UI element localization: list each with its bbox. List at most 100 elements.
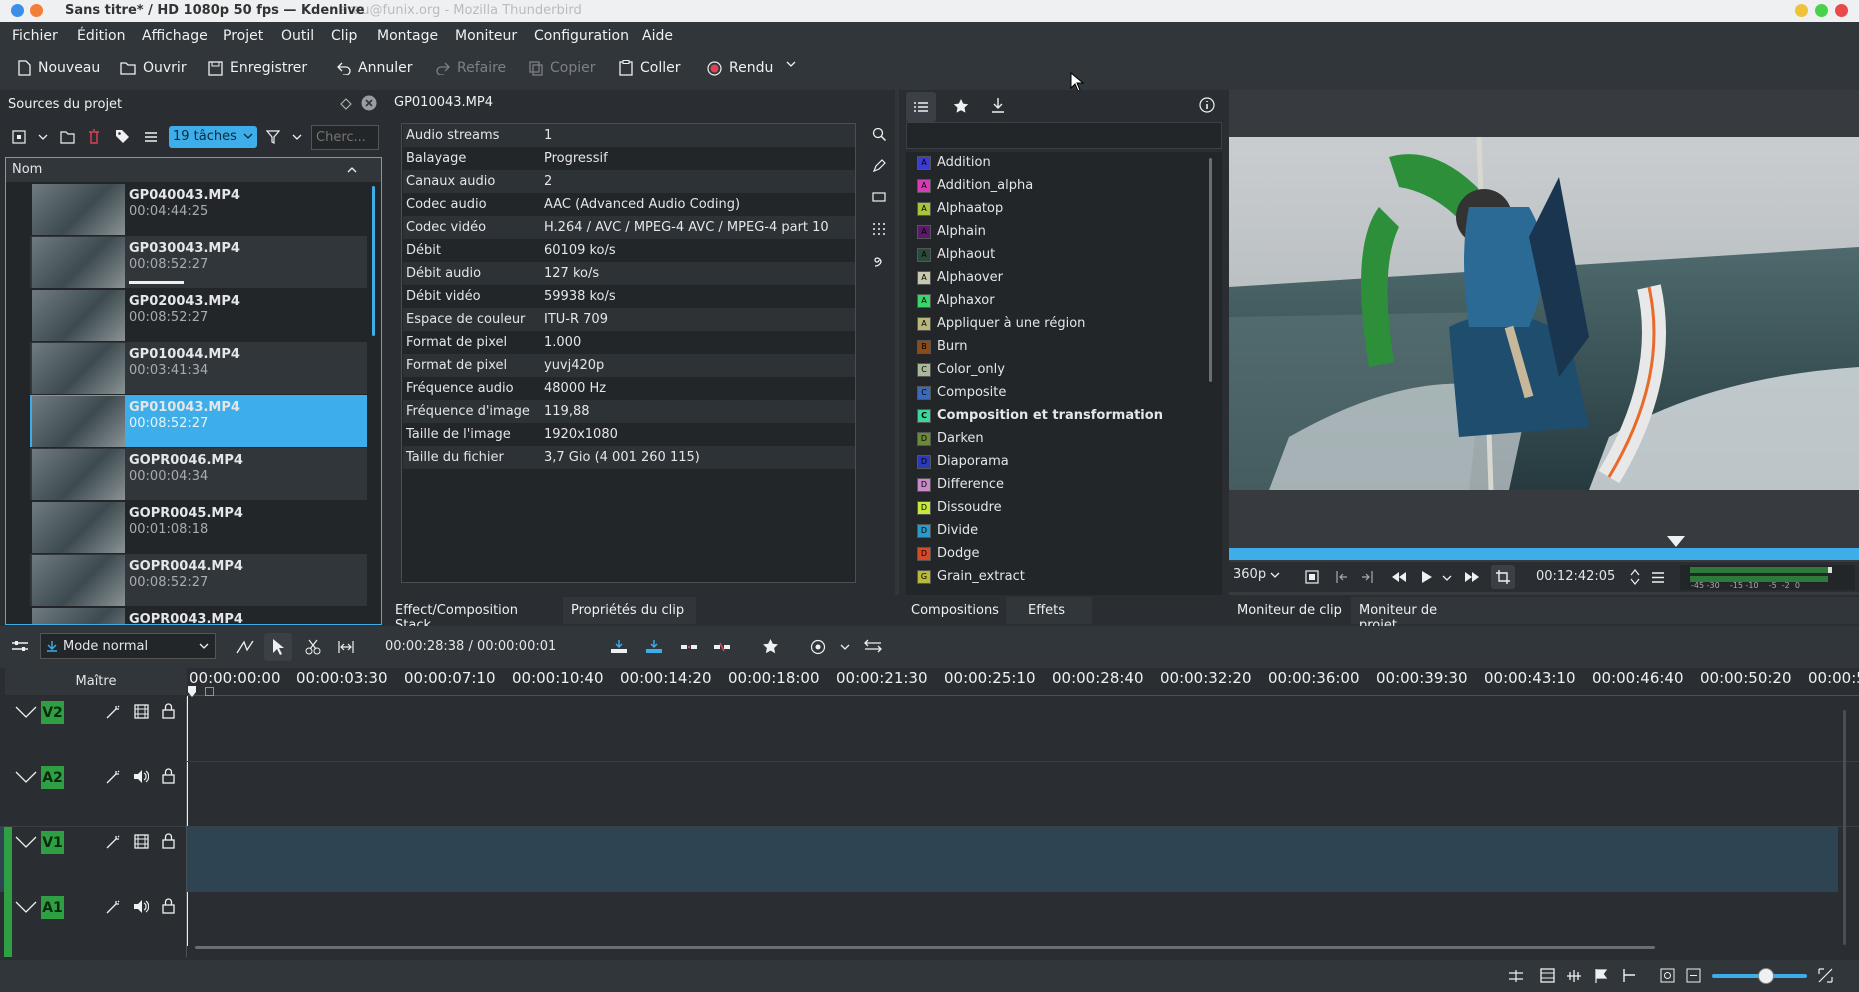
list-item[interactable]: D Darken — [917, 427, 984, 450]
filter-icon[interactable] — [266, 130, 280, 144]
magic-wand-icon[interactable] — [106, 835, 120, 849]
list-item[interactable]: G Grain_extract — [917, 565, 1025, 588]
chevron-down-icon[interactable] — [1442, 574, 1452, 582]
add-clip-icon[interactable] — [12, 130, 26, 144]
menu-aide[interactable]: Aide — [642, 28, 673, 44]
menu-moniteur[interactable]: Moniteur — [455, 28, 517, 44]
save-button[interactable]: Enregistrer — [208, 60, 307, 76]
extract-icon[interactable] — [680, 639, 698, 655]
list-item[interactable]: B Burn — [917, 335, 968, 358]
favorite-star-icon[interactable] — [762, 638, 779, 655]
list-item[interactable]: C Color_only — [917, 358, 1005, 381]
delete-icon[interactable] — [88, 129, 100, 144]
bin-scrollbar[interactable] — [372, 186, 375, 336]
track-settings-icon[interactable] — [12, 639, 28, 653]
grid-dots-icon[interactable] — [872, 221, 886, 235]
compositions-scrollbar[interactable] — [1209, 158, 1212, 382]
new-folder-icon[interactable] — [60, 130, 75, 144]
list-item[interactable]: C Composition et transformation — [917, 404, 1163, 427]
collapse-track-icon[interactable] — [15, 771, 37, 783]
menu-edition[interactable]: Édition — [77, 28, 125, 44]
menu-montage[interactable]: Montage — [377, 28, 438, 44]
zoom-fit-icon[interactable] — [1660, 968, 1675, 983]
master-track-button[interactable]: Maître — [5, 668, 187, 695]
redo-button[interactable]: Refaire — [436, 60, 506, 76]
film-icon[interactable] — [134, 704, 149, 719]
list-item[interactable]: A Addition_alpha — [917, 174, 1033, 197]
window-maximize-button[interactable] — [1815, 4, 1828, 17]
set-zone-in-icon[interactable] — [1334, 570, 1348, 584]
window-minimize-button[interactable] — [1795, 4, 1808, 17]
list-item[interactable]: GOPR0045.MP4 00:01:08:18 — [30, 501, 367, 553]
lift-icon[interactable] — [713, 639, 731, 655]
lock-icon[interactable] — [162, 768, 175, 784]
track-height-icon[interactable] — [1508, 969, 1524, 983]
marker-flag-icon[interactable] — [1594, 968, 1608, 983]
menu-projet[interactable]: Projet — [223, 28, 263, 44]
tab-clip-monitor[interactable]: Moniteur de clip — [1229, 597, 1351, 624]
open-button[interactable]: Ouvrir — [120, 60, 187, 76]
list-item[interactable]: D Diaporama — [917, 450, 1009, 473]
star-icon[interactable] — [953, 98, 969, 114]
spiral-icon[interactable] — [872, 253, 886, 267]
list-item[interactable]: D Dissoudre — [917, 496, 1002, 519]
film-icon[interactable] — [1540, 968, 1555, 983]
list-view-button[interactable] — [906, 92, 936, 122]
video-frame[interactable] — [1229, 137, 1859, 490]
zoom-select[interactable]: 360p — [1233, 567, 1280, 582]
close-panel-icon[interactable] — [361, 95, 377, 111]
lock-icon[interactable] — [162, 898, 175, 914]
list-item[interactable]: A Alphaout — [917, 243, 995, 266]
snap-toggle-icon[interactable] — [1620, 968, 1636, 983]
list-item[interactable]: A Alphain — [917, 220, 986, 243]
overwrite-clip-icon[interactable] — [645, 639, 663, 655]
speaker-icon[interactable] — [133, 769, 149, 784]
magic-wand-icon[interactable] — [106, 770, 120, 784]
tab-project-monitor[interactable]: Moniteur de projet — [1351, 597, 1481, 633]
zoom-out-icon[interactable] — [1686, 968, 1701, 983]
tab-compositions[interactable]: Compositions — [903, 597, 1006, 624]
fullscreen-icon[interactable] — [1305, 570, 1319, 584]
chevron-down-icon[interactable] — [38, 133, 48, 141]
collapse-track-icon[interactable] — [15, 836, 37, 848]
magic-wand-icon[interactable] — [106, 900, 120, 914]
list-item[interactable]: A Alphaatop — [917, 197, 1003, 220]
list-item[interactable]: GOPR0046.MP4 00:00:04:34 — [30, 448, 367, 500]
list-view-icon[interactable] — [144, 131, 158, 143]
panel-splitter[interactable] — [895, 90, 899, 595]
close-window-button[interactable] — [11, 4, 24, 17]
zoom-slider-handle[interactable] — [1758, 968, 1774, 984]
tab-effect-stack[interactable]: Effect/Composition Stack — [387, 597, 563, 633]
download-icon[interactable] — [991, 97, 1005, 114]
effects-search-input[interactable] — [906, 122, 1222, 149]
info-icon[interactable] — [1199, 97, 1215, 113]
tab-effects[interactable]: Effets — [1006, 597, 1092, 624]
list-item[interactable]: A Addition — [917, 151, 991, 174]
copy-button[interactable]: Copier — [529, 60, 596, 76]
track-v1-active[interactable]: V1 — [0, 827, 1859, 892]
speaker-icon[interactable] — [133, 899, 149, 914]
lock-icon[interactable] — [162, 833, 175, 849]
edit-mode-select[interactable]: Mode normal — [40, 633, 216, 659]
render-dropdown-button[interactable] — [786, 60, 796, 68]
search-icon[interactable] — [872, 127, 886, 141]
timeline-horizontal-scrollbar[interactable] — [195, 946, 1655, 949]
chevron-down-icon[interactable] — [840, 643, 850, 651]
minimize-window-button[interactable] — [30, 4, 43, 17]
list-item[interactable]: GOPR0044.MP4 00:08:52:27 — [30, 554, 367, 606]
menu-clip[interactable]: Clip — [331, 28, 357, 44]
collapse-track-icon[interactable] — [15, 706, 37, 718]
name-column-header[interactable]: Nom — [6, 158, 381, 182]
chevron-down-icon[interactable] — [292, 133, 302, 141]
snap-icon[interactable] — [236, 639, 254, 655]
tasks-dropdown[interactable]: 19 tâches — [169, 126, 257, 148]
monitor-timecode[interactable]: 00:12:42:05 — [1536, 569, 1615, 584]
menu-configuration[interactable]: Configuration — [534, 28, 629, 44]
record-audio-icon[interactable] — [810, 639, 826, 655]
zone-marker[interactable] — [205, 687, 214, 696]
crop-toggle-button[interactable] — [1491, 565, 1515, 589]
zoom-in-icon[interactable] — [1818, 968, 1833, 983]
razor-icon[interactable] — [305, 639, 321, 655]
render-button[interactable]: Rendu — [707, 60, 773, 76]
list-item[interactable]: GP020043.MP4 00:08:52:27 — [30, 289, 367, 341]
